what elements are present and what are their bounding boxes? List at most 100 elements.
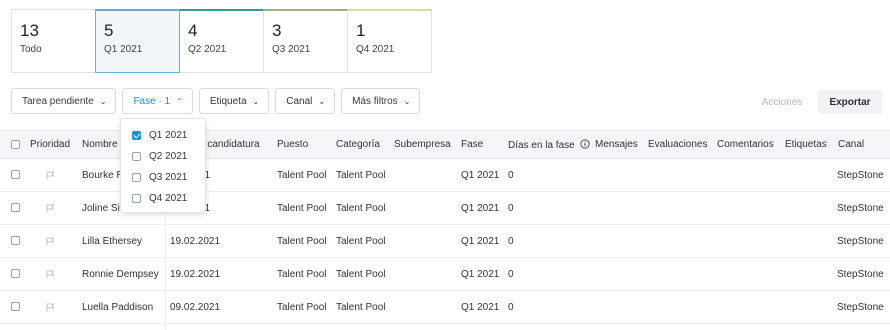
- row-checkbox[interactable]: [11, 203, 20, 212]
- col-mensajes[interactable]: Mensajes: [595, 139, 638, 150]
- table-row[interactable]: Ronnie Dempsey 19.02.2021 Talent Pool Ta…: [0, 258, 890, 291]
- kpi-card-todo[interactable]: 13 Todo: [11, 9, 96, 73]
- option-label: Q4 2021: [149, 193, 188, 204]
- cell-puesto: Talent Pool: [277, 236, 327, 247]
- kpi-accent-bar: [263, 9, 348, 11]
- cell-dias: 0: [508, 236, 514, 247]
- kpi-accent-bar: [347, 9, 432, 11]
- col-prioridad[interactable]: Prioridad: [30, 139, 70, 150]
- cell-puesto: Talent Pool: [277, 203, 327, 214]
- table-row[interactable]: Luella Paddison 09.02.2021 Talent Pool T…: [0, 291, 890, 324]
- info-icon[interactable]: [579, 139, 590, 149]
- col-categoria[interactable]: Categoría: [336, 139, 380, 150]
- cell-dias: 0: [508, 302, 514, 313]
- col-etiquetas[interactable]: Etiquetas: [785, 139, 827, 150]
- cell-fecha: 09.02.2021: [170, 302, 221, 313]
- flag-icon[interactable]: [46, 204, 55, 213]
- option-label: Q3 2021: [149, 172, 188, 183]
- cell-canal: StepStone: [837, 302, 884, 313]
- kpi-card-q2[interactable]: 4 Q2 2021: [179, 9, 264, 73]
- row-checkbox[interactable]: [11, 269, 20, 278]
- row-checkbox[interactable]: [11, 170, 20, 179]
- exportar-button[interactable]: Exportar: [818, 90, 882, 114]
- col-dias-en-la-fase[interactable]: Días en la fase: [508, 139, 590, 151]
- col-subempresa[interactable]: Subempresa: [394, 139, 451, 150]
- flag-icon[interactable]: [46, 270, 55, 279]
- kpi-accent-bar: [95, 9, 180, 11]
- col-puesto[interactable]: Puesto: [277, 139, 308, 150]
- cell-categoria: Talent Pool: [336, 302, 386, 313]
- fase-option-q3[interactable]: Q3 2021: [121, 167, 205, 188]
- col-canal[interactable]: Canal: [838, 139, 864, 150]
- cell-nombre[interactable]: Lilla Ethersey: [82, 236, 142, 247]
- acciones-button[interactable]: Acciones: [751, 91, 813, 113]
- cell-canal: StepStone: [837, 203, 884, 214]
- option-label: Q1 2021: [149, 130, 188, 141]
- filter-label: Etiqueta: [209, 95, 247, 107]
- flag-icon[interactable]: [46, 237, 55, 246]
- col-fase[interactable]: Fase: [461, 139, 483, 150]
- cell-categoria: Talent Pool: [336, 170, 386, 181]
- kpi-value: 5: [104, 21, 114, 40]
- cell-nombre[interactable]: Bourke R: [82, 170, 124, 181]
- kpi-card-q3[interactable]: 3 Q3 2021: [263, 9, 348, 73]
- row-checkbox[interactable]: [11, 302, 20, 311]
- option-checkbox[interactable]: [132, 152, 141, 161]
- select-all-checkbox[interactable]: [11, 140, 20, 149]
- cell-fase: Q1 2021: [461, 203, 500, 214]
- filter-fase[interactable]: Fase · 1 ⌃: [122, 88, 193, 114]
- chevron-down-icon: ⌄: [403, 96, 411, 106]
- kpi-value: 4: [188, 21, 198, 40]
- cell-canal: StepStone: [837, 269, 884, 280]
- cell-fecha: 19.02.2021: [170, 236, 221, 247]
- option-checkbox[interactable]: [132, 131, 141, 140]
- cell-dias: 0: [508, 269, 514, 280]
- filter-etiqueta[interactable]: Etiqueta ⌄: [198, 88, 270, 114]
- col-evaluaciones[interactable]: Evaluaciones: [648, 139, 707, 150]
- cell-puesto: Talent Pool: [277, 170, 327, 181]
- fase-option-q1[interactable]: Q1 2021: [121, 125, 205, 146]
- chevron-down-icon: ⌄: [318, 96, 326, 106]
- filter-tarea-pendiente[interactable]: Tarea pendiente ⌄: [11, 88, 117, 114]
- filter-mas-filtros[interactable]: Más filtros ⌄: [341, 88, 421, 114]
- kpi-label: Q2 2021: [188, 44, 227, 55]
- kpi-card-q4[interactable]: 1 Q4 2021: [347, 9, 432, 73]
- cell-nombre[interactable]: Luella Paddison: [82, 302, 153, 313]
- col-nombre[interactable]: Nombre: [82, 139, 118, 150]
- table-row[interactable]: Lilla Ethersey 19.02.2021 Talent Pool Ta…: [0, 225, 890, 258]
- cell-categoria: Talent Pool: [336, 203, 386, 214]
- cell-canal: StepStone: [837, 236, 884, 247]
- cell-nombre[interactable]: Ronnie Dempsey: [82, 269, 159, 280]
- flag-icon[interactable]: [46, 171, 55, 180]
- option-checkbox[interactable]: [132, 194, 141, 203]
- filter-bar: Tarea pendiente ⌄ Fase · 1 ⌃ Etiqueta ⌄ …: [11, 88, 426, 114]
- option-checkbox[interactable]: [132, 173, 141, 182]
- row-checkbox[interactable]: [11, 236, 20, 245]
- cell-puesto: Talent Pool: [277, 269, 327, 280]
- flag-icon[interactable]: [46, 303, 55, 312]
- kpi-value: 1: [356, 21, 366, 40]
- chevron-down-icon: ⌄: [252, 96, 260, 106]
- option-label: Q2 2021: [149, 151, 188, 162]
- kpi-label: Q3 2021: [272, 44, 311, 55]
- cell-dias: 0: [508, 203, 514, 214]
- fase-option-q4[interactable]: Q4 2021: [121, 188, 205, 209]
- fase-option-q2[interactable]: Q2 2021: [121, 146, 205, 167]
- col-comentarios[interactable]: Comentarios: [717, 139, 774, 150]
- phase-summary-cards: 13 Todo 5 Q1 2021 4 Q2 2021 3 Q3 2021 1 …: [11, 9, 432, 73]
- cell-categoria: Talent Pool: [336, 236, 386, 247]
- cell-categoria: Talent Pool: [336, 269, 386, 280]
- col-dias-label: Días en la fase: [508, 140, 575, 151]
- kpi-card-q1[interactable]: 5 Q1 2021: [95, 9, 180, 73]
- filter-label: Fase · 1: [133, 95, 171, 107]
- kpi-label: Q4 2021: [356, 44, 395, 55]
- kpi-value: 13: [20, 21, 39, 40]
- col-fecha-candidatura[interactable]: e candidatura: [199, 139, 260, 150]
- chevron-up-icon: ⌃: [176, 96, 183, 106]
- filter-label: Más filtros: [352, 95, 398, 107]
- filter-canal[interactable]: Canal ⌄: [275, 88, 336, 114]
- kpi-label: Q1 2021: [104, 44, 143, 55]
- cell-puesto: Talent Pool: [277, 302, 327, 313]
- cell-fase: Q1 2021: [461, 269, 500, 280]
- cell-nombre[interactable]: Joline Sic: [82, 203, 125, 214]
